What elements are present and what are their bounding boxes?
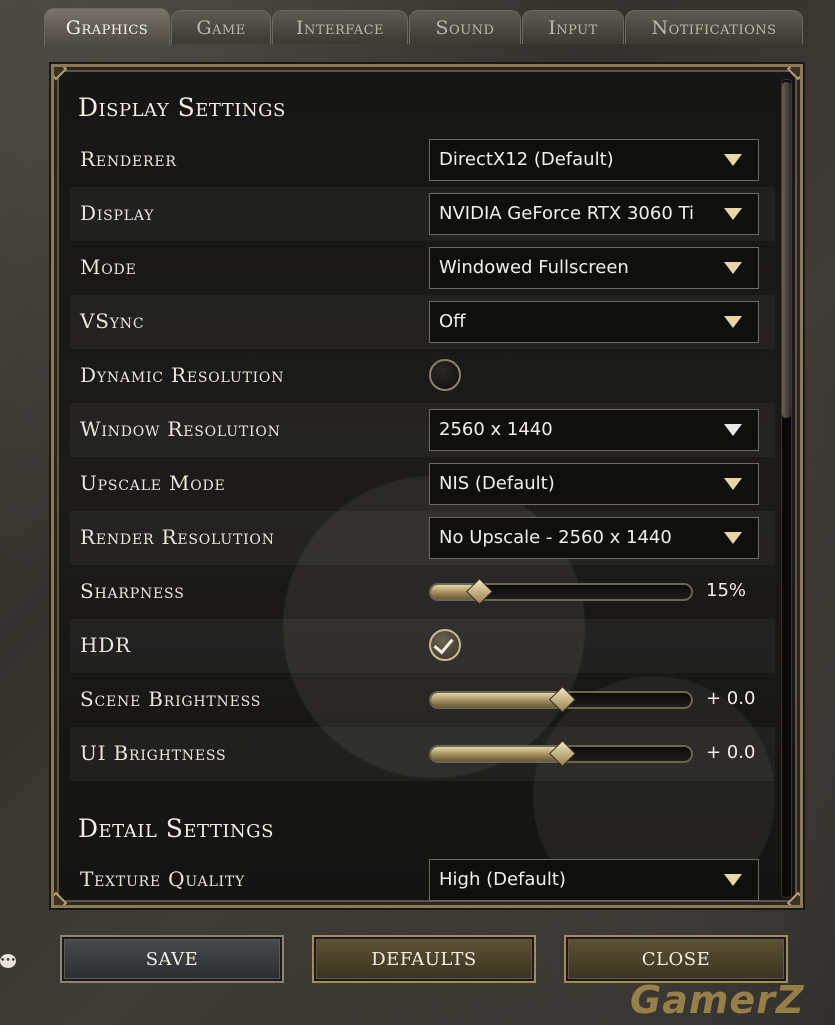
row-display: Display NVIDIA GeForce RTX 3060 Ti	[70, 187, 775, 241]
slider-thumb[interactable]	[549, 686, 576, 713]
upscale-mode-dropdown[interactable]: NIS (Default)	[429, 463, 759, 505]
defaults-button[interactable]: DEFAULTS	[312, 935, 536, 983]
hdr-checkbox[interactable]	[429, 629, 461, 661]
renderer-value: DirectX12 (Default)	[439, 149, 614, 170]
row-window-resolution: Window Resolution 2560 x 1440	[70, 403, 775, 457]
tab-notifications[interactable]: Notifications	[625, 10, 803, 44]
chevron-down-icon	[724, 208, 742, 220]
renderer-dropdown[interactable]: DirectX12 (Default)	[429, 139, 759, 181]
tab-sound[interactable]: Sound	[409, 10, 521, 44]
row-vsync: VSync Off	[70, 295, 775, 349]
texture-quality-label: Texture Quality	[80, 867, 246, 891]
renderer-label: Renderer	[80, 147, 177, 171]
chevron-down-icon	[724, 424, 742, 436]
chevron-down-icon	[724, 874, 742, 886]
scene-brightness-slider[interactable]	[429, 686, 693, 713]
ui-brightness-slider[interactable]	[429, 740, 693, 767]
chevron-down-icon	[724, 262, 742, 274]
tab-graphics[interactable]: Graphics	[44, 8, 170, 46]
vsync-value: Off	[439, 311, 466, 332]
hdr-label: HDR	[80, 633, 131, 657]
display-value: NVIDIA GeForce RTX 3060 Ti	[439, 203, 694, 224]
upscale-mode-value: NIS (Default)	[439, 473, 555, 494]
slider-thumb[interactable]	[549, 740, 576, 767]
row-mode: Mode Windowed Fullscreen	[70, 241, 775, 295]
render-resolution-label: Render Resolution	[80, 525, 275, 549]
render-resolution-dropdown[interactable]: No Upscale - 2560 x 1440	[429, 517, 759, 559]
texture-quality-value: High (Default)	[439, 869, 566, 890]
dynamic-resolution-label: Dynamic Resolution	[80, 363, 285, 387]
corner-ornament	[54, 67, 68, 81]
save-button[interactable]: SAVE	[60, 935, 284, 983]
slider-thumb[interactable]	[465, 578, 493, 605]
row-ui-brightness: UI Brightness + 0.0	[70, 727, 775, 781]
row-renderer: Renderer DirectX12 (Default)	[70, 133, 775, 187]
row-upscale-mode: Upscale Mode NIS (Default)	[70, 457, 775, 511]
window-resolution-dropdown[interactable]: 2560 x 1440	[429, 409, 759, 451]
dynamic-resolution-checkbox[interactable]	[429, 359, 461, 391]
slider-fill	[431, 747, 561, 761]
sharpness-value: 15%	[706, 580, 747, 601]
row-render-resolution: Render Resolution No Upscale - 2560 x 14…	[70, 511, 775, 565]
slider-fill	[431, 693, 561, 707]
chevron-down-icon	[724, 316, 742, 328]
settings-tabs: Graphics Game Interface Sound Input Noti…	[44, 8, 814, 46]
row-texture-quality: Texture Quality High (Default)	[70, 853, 775, 905]
vsync-label: VSync	[80, 309, 145, 333]
settings-panel: Display Settings Renderer DirectX12 (Def…	[51, 64, 803, 908]
tab-interface[interactable]: Interface	[272, 10, 408, 44]
ui-brightness-label: UI Brightness	[80, 741, 227, 765]
corner-ornament	[54, 891, 68, 905]
chat-bubble-icon[interactable]: •••	[0, 954, 16, 968]
chevron-down-icon	[724, 478, 742, 490]
display-settings-title: Display Settings	[78, 93, 286, 122]
window-resolution-label: Window Resolution	[80, 417, 281, 441]
watermark-logo: GamerZ	[630, 978, 805, 1022]
render-resolution-value: No Upscale - 2560 x 1440	[439, 527, 672, 548]
tab-input[interactable]: Input	[522, 10, 624, 44]
checkmark-icon	[433, 633, 454, 655]
row-sharpness: Sharpness 15%	[70, 565, 775, 619]
vsync-dropdown[interactable]: Off	[429, 301, 759, 343]
scrollbar-thumb[interactable]	[782, 82, 791, 418]
ui-brightness-value: + 0.0	[706, 742, 756, 763]
display-dropdown[interactable]: NVIDIA GeForce RTX 3060 Ti	[429, 193, 759, 235]
corner-ornament	[786, 67, 800, 81]
sharpness-slider[interactable]	[429, 578, 693, 605]
upscale-mode-label: Upscale Mode	[80, 471, 226, 495]
texture-quality-dropdown[interactable]: High (Default)	[429, 859, 759, 901]
mode-dropdown[interactable]: Windowed Fullscreen	[429, 247, 759, 289]
row-dynamic-resolution: Dynamic Resolution	[70, 349, 775, 403]
scene-brightness-label: Scene Brightness	[80, 687, 262, 711]
tab-game[interactable]: Game	[171, 10, 271, 44]
window-resolution-value: 2560 x 1440	[439, 419, 553, 440]
mode-value: Windowed Fullscreen	[439, 257, 629, 278]
detail-settings-title: Detail Settings	[78, 814, 274, 843]
close-button[interactable]: CLOSE	[564, 935, 788, 983]
row-scene-brightness: Scene Brightness + 0.0	[70, 673, 775, 727]
chevron-down-icon	[724, 532, 742, 544]
mode-label: Mode	[80, 255, 137, 279]
chevron-down-icon	[724, 154, 742, 166]
row-hdr: HDR	[70, 619, 775, 673]
sharpness-label: Sharpness	[80, 579, 185, 603]
scene-brightness-value: + 0.0	[706, 688, 756, 709]
settings-scrollbar[interactable]	[781, 79, 792, 898]
display-label: Display	[80, 201, 155, 225]
